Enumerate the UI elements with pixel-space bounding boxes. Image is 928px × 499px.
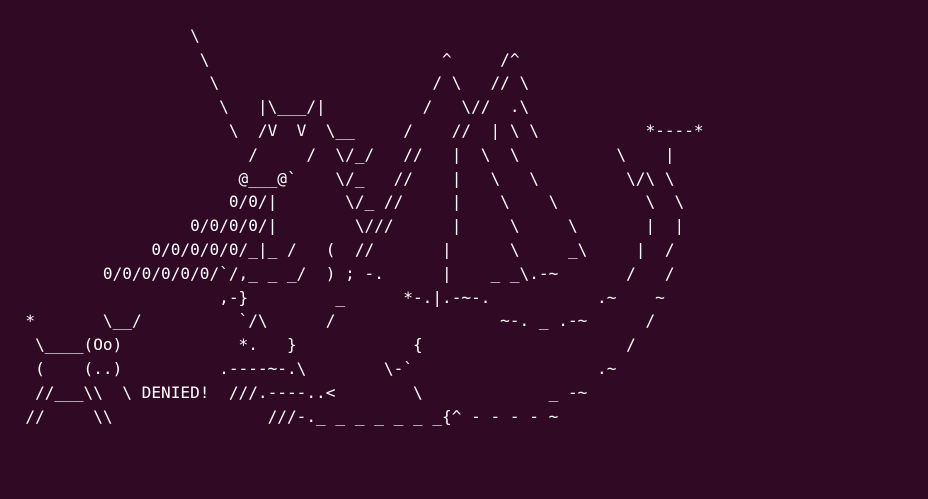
terminal-output: \ \ ^ /^ \ / \ // \ \ |\___/| / \// .\ \… — [6, 0, 704, 428]
terminal-line: 0/0/0/0/0/0/`/,_ _ _/ ) ; -. | _ _\.-~ /… — [6, 263, 675, 283]
terminal-line: @___@` \/_ // | \ \ \/\ \ — [6, 168, 675, 188]
terminal-line: \ — [6, 25, 200, 45]
terminal-line: 0/0/0/0/0/_|_ / ( // | \ _\ | / — [6, 239, 675, 259]
terminal-line: ( (..) .----~-.\ \-` .~ — [6, 358, 617, 378]
terminal-line: 0/0/| \/_ // | \ \ \ \ — [6, 192, 685, 212]
terminal-line: * \__/ `/\ / ~-. _ .-~ / — [6, 311, 656, 331]
terminal-window[interactable]: \ \ ^ /^ \ / \ // \ \ |\___/| / \// .\ \… — [0, 0, 928, 499]
terminal-line: \ |\___/| / \// .\ — [6, 97, 530, 117]
terminal-line: 0/0/0/0/| \/// | \ \ | | — [6, 216, 685, 236]
terminal-line: \ /V V \__ / // | \ \ *----* — [6, 120, 704, 140]
terminal-line: \____(Oo) *. } { / — [6, 335, 636, 355]
terminal-line: \ ^ /^ — [6, 49, 520, 69]
terminal-line: / / \/_/ // | \ \ \ | — [6, 144, 675, 164]
terminal-line: \ / \ // \ — [6, 73, 530, 93]
terminal-line: //___\\ \ DENIED! ///.----..< \ _ -~ — [6, 382, 588, 402]
terminal-line: ,-} _ *-.|.-~-. .~ ~ — [6, 287, 665, 307]
terminal-line: // \\ ///-._ _ _ _ _ _ _{^ - - - - ~ — [6, 406, 559, 426]
